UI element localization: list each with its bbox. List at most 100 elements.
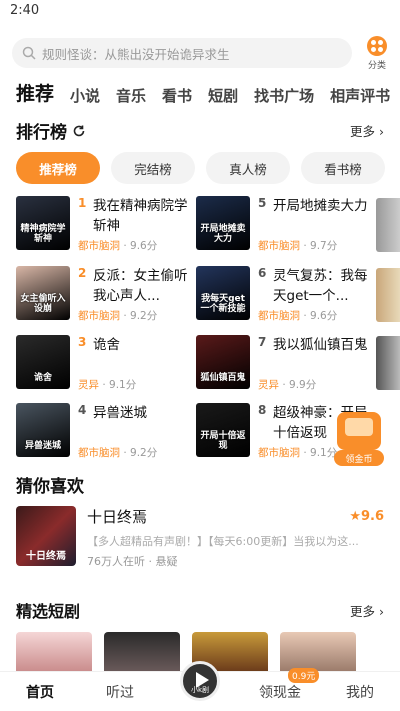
search-row: 规则怪谈：从熊出没开始诡异求生 分类: [12, 35, 392, 71]
ranking-more-link[interactable]: 更多 ›: [350, 121, 384, 140]
nav-coins-label: 领现金: [259, 684, 301, 701]
search-input[interactable]: 规则怪谈：从熊出没开始诡异求生: [12, 38, 352, 68]
nav-listened[interactable]: 听过: [80, 682, 160, 702]
guess-book-title: 十日终焉: [87, 508, 148, 526]
book-cover: 诡舍: [16, 335, 70, 389]
ranking-item[interactable]: 狐仙镇百鬼 7 我以狐仙镇百鬼灵异 · 9.9分: [196, 335, 372, 393]
chip-finished[interactable]: 完结榜: [111, 152, 195, 184]
ranking-item[interactable]: 精神病院学斩神 1 我在精神病院学斩神都市脑洞 · 9.6分: [16, 196, 192, 254]
ranking-book-title: 灵气复苏：我每天get一个...: [273, 268, 368, 304]
player-button[interactable]: 小k剧: [180, 661, 220, 701]
ranking-number: 3: [78, 335, 87, 349]
search-icon: [22, 46, 36, 60]
search-placeholder: 规则怪谈：从熊出没开始诡异求生: [42, 46, 230, 62]
ranking-book-genre: 灵异: [78, 379, 99, 391]
ranking-book-meta: 灵异 · 9.9分: [258, 379, 317, 391]
guess-book-score-value: 9.6: [360, 509, 384, 524]
book-cover-text: 诡舍: [33, 372, 52, 383]
ranking-book-meta: 都市脑洞 · 9.6分: [78, 240, 158, 252]
nav-mine[interactable]: 我的: [320, 682, 400, 702]
tab-reading[interactable]: 看书: [162, 85, 192, 106]
book-cover: 十日终焉: [16, 506, 76, 566]
short-drama-title: 精选短剧: [16, 602, 81, 621]
ranking-title: 排行榜: [16, 123, 67, 143]
ranking-book-meta: 灵异 · 9.1分: [78, 379, 137, 391]
ranking-book-genre: 都市脑洞: [78, 447, 120, 459]
book-cover-text: 十日终焉: [26, 551, 66, 562]
ranking-item[interactable]: 开局地摊卖大力 5 开局地摊卖大力 都市脑洞 · 9.7分: [196, 196, 372, 254]
ranking-book-genre: 都市脑洞: [78, 240, 120, 252]
tab-short-drama[interactable]: 短剧: [208, 85, 238, 106]
book-cover-text: 狐仙镇百鬼: [200, 372, 246, 383]
ranking-item[interactable]: 女主偷听入设崩 2 反派：女主偷听我心声人... 都市脑洞 · 9.2分: [16, 266, 192, 324]
ranking-header: 排行榜 更多 ›: [16, 118, 384, 143]
ranking-book-score: 9.2分: [130, 310, 158, 322]
short-drama-thumb[interactable]: [104, 632, 180, 672]
nav-coins[interactable]: 领现金 0.9元: [240, 667, 320, 702]
ranking-book-genre: 都市脑洞: [258, 447, 300, 459]
guess-section-title: 猜你喜欢: [16, 477, 84, 497]
ranking-book-title: 反派：女主偷听我心声人...: [93, 268, 188, 304]
ranking-book-meta: 都市脑洞 · 9.6分: [258, 310, 338, 322]
book-cover: 开局地摊卖大力: [196, 196, 250, 250]
ranking-number: 1: [78, 196, 87, 210]
guess-book-description: 【多人超精品有声剧！】【每天6:00更新】当我以为这...: [87, 535, 359, 548]
ranking-book-title: 异兽迷城: [93, 405, 147, 421]
ranking-book-genre: 灵异: [258, 379, 279, 391]
book-cover-text: 精神病院学斩神: [20, 224, 66, 244]
guess-book-meta: 76万人在听 · 悬疑: [87, 555, 178, 568]
ranking-book-title: 我在精神病院学斩神: [93, 198, 188, 234]
short-drama-more-link[interactable]: 更多 ›: [350, 601, 384, 620]
ranking-book-score: 9.1分: [109, 379, 137, 391]
tab-book-square[interactable]: 找书广场: [254, 85, 314, 106]
category-grid-icon: [367, 35, 387, 56]
tab-recommend[interactable]: 推荐: [16, 79, 54, 106]
tab-crosstalk[interactable]: 相声评书: [330, 85, 390, 106]
ranking-book-meta: 都市脑洞 · 9.2分: [78, 447, 158, 459]
ranking-book-title: 我以狐仙镇百鬼: [273, 337, 368, 353]
chip-real-voice[interactable]: 真人榜: [206, 152, 290, 184]
coin-reward-widget[interactable]: 领金币: [334, 412, 384, 466]
nav-home[interactable]: 首页: [0, 682, 80, 702]
short-drama-header: 精选短剧 更多 ›: [16, 598, 384, 622]
guess-book-score: ★9.6: [349, 509, 384, 524]
book-cover: 异兽迷城: [16, 403, 70, 457]
ranking-item[interactable]: 诡舍 3 诡舍灵异 · 9.1分: [16, 335, 192, 393]
book-cover: 狐仙镇百鬼: [196, 335, 250, 389]
book-cover: 开局十倍返现: [196, 403, 250, 457]
ranking-book-title: 诡舍: [93, 337, 120, 353]
short-drama-more-label: 更多: [350, 603, 376, 619]
book-cover-text: 异兽迷城: [24, 440, 61, 451]
book-cover-text: 女主偷听入设崩: [20, 294, 66, 314]
tab-music[interactable]: 音乐: [116, 85, 146, 106]
ranking-book-score: 9.9分: [289, 379, 317, 391]
ranking-book-genre: 都市脑洞: [78, 310, 120, 322]
ranking-book-genre: 都市脑洞: [258, 310, 300, 322]
book-cover-text: 我每天get一个新技能: [200, 294, 246, 314]
ranking-book-score: 9.6分: [130, 240, 158, 252]
chip-recommend[interactable]: 推荐榜: [16, 152, 100, 184]
nav-coins-badge: 0.9元: [288, 667, 320, 683]
ranking-number: 8: [258, 403, 267, 417]
short-drama-thumb[interactable]: [16, 632, 92, 672]
ranking-item[interactable]: 我每天get一个新技能 6 灵气复苏：我每天get一个... 都市脑洞 · 9.6分: [196, 266, 372, 324]
ranking-book-genre: 都市脑洞: [258, 240, 300, 252]
ranking-item[interactable]: 异兽迷城 4 异兽迷城 都市脑洞 · 9.2分: [16, 403, 192, 461]
ranking-number: 7: [258, 335, 267, 349]
ranking-number: 6: [258, 266, 267, 280]
status-bar: 2:40: [0, 0, 400, 22]
ranking-chips: 推荐榜 完结榜 真人榜 看书榜: [16, 152, 400, 184]
ranking-book-meta: 都市脑洞 · 9.7分: [258, 240, 338, 252]
category-button[interactable]: 分类: [362, 35, 392, 71]
tab-novel[interactable]: 小说: [70, 85, 100, 106]
chip-reading[interactable]: 看书榜: [301, 152, 385, 184]
short-drama-thumb[interactable]: [280, 632, 356, 672]
book-cover: 我每天get一个新技能: [196, 266, 250, 320]
refresh-icon[interactable]: [72, 124, 86, 138]
book-cover-text: 开局十倍返现: [200, 431, 246, 451]
guess-book-card[interactable]: 十日终焉 十日终焉 ★9.6 【多人超精品有声剧！】【每天6:00更新】当我以为…: [16, 506, 384, 568]
next-column-cover: [376, 198, 400, 252]
player-label: 小k剧: [190, 686, 210, 694]
category-label: 分类: [367, 60, 386, 71]
next-column-cover: [376, 336, 400, 390]
